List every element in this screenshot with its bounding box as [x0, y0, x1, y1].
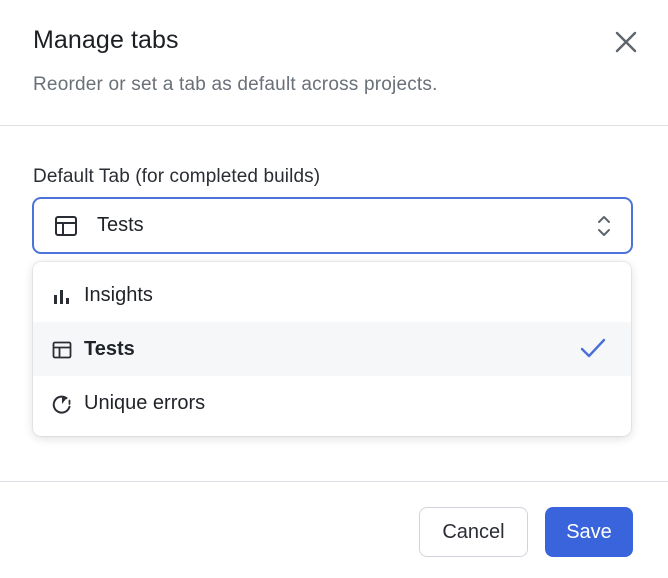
close-icon — [615, 31, 637, 53]
option-tests[interactable]: Tests — [33, 322, 631, 376]
option-unique-errors[interactable]: Unique errors — [33, 376, 631, 430]
bar-chart-icon — [54, 290, 69, 304]
dialog-header: Manage tabs Reorder or set a tab as defa… — [0, 0, 668, 126]
table-icon — [52, 341, 72, 359]
cancel-button[interactable]: Cancel — [419, 507, 528, 557]
default-tab-select[interactable]: Tests — [32, 197, 633, 254]
default-tab-dropdown: Insights Tests Unique errors — [33, 262, 631, 436]
save-button[interactable]: Save — [545, 507, 633, 557]
option-label: Tests — [84, 338, 135, 360]
chevron-up-down-icon — [598, 216, 610, 236]
dialog-title: Manage tabs — [33, 26, 179, 54]
table-icon — [55, 216, 77, 236]
close-button[interactable] — [608, 24, 644, 60]
select-value: Tests — [97, 214, 144, 236]
option-label: Unique errors — [84, 392, 206, 414]
option-insights[interactable]: Insights — [33, 268, 631, 322]
error-pie-icon — [52, 395, 71, 414]
check-icon — [580, 338, 606, 358]
footer-divider — [0, 481, 668, 482]
default-tab-label: Default Tab (for completed builds) — [33, 166, 321, 187]
dialog-subtitle: Reorder or set a tab as default across p… — [33, 74, 438, 95]
option-label: Insights — [84, 284, 153, 306]
